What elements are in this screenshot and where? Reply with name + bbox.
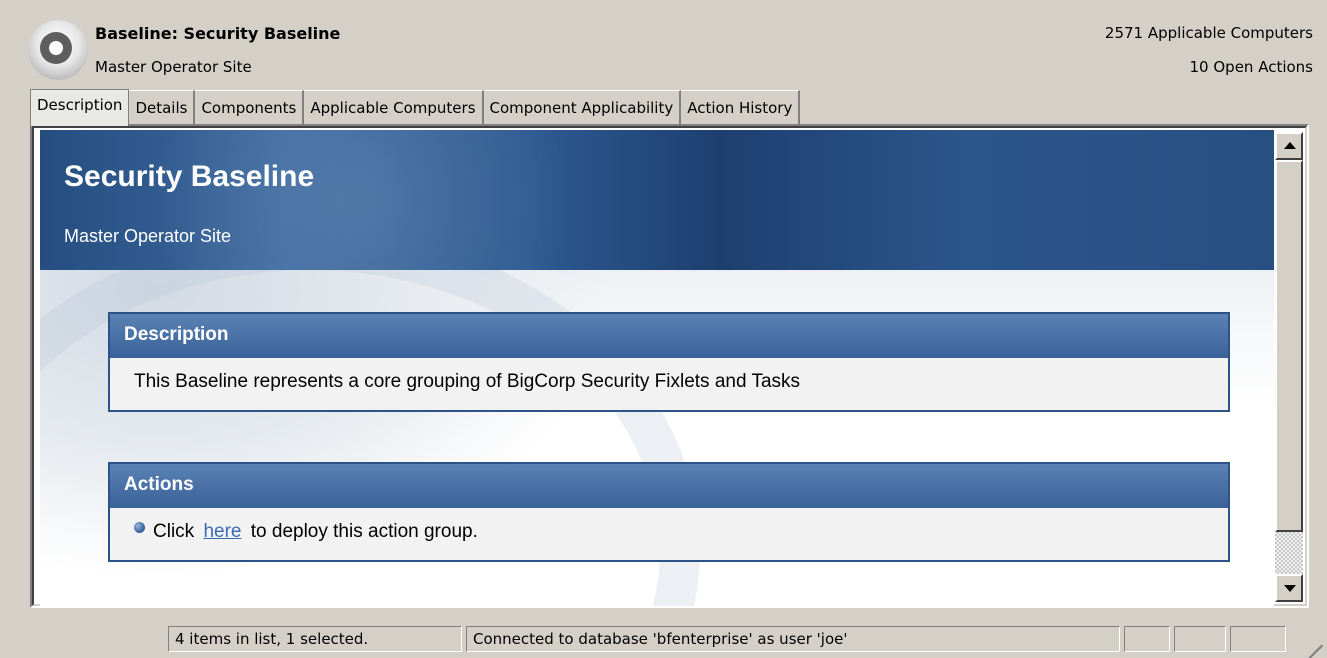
resize-grip-icon[interactable]: [1305, 628, 1323, 658]
description-panel: Description This Baseline represents a c…: [108, 312, 1230, 412]
arrow-down-icon: [1284, 585, 1296, 592]
scroll-up-button[interactable]: [1275, 132, 1303, 160]
status-items: 4 items in list, 1 selected.: [168, 626, 462, 652]
status-bar: 4 items in list, 1 selected. Connected t…: [0, 622, 1327, 658]
document-title: Baseline: Security Baseline: [95, 24, 341, 43]
tab-components[interactable]: Components: [195, 90, 305, 124]
banner-subtitle: Master Operator Site: [64, 226, 232, 246]
description-text: This Baseline represents a core grouping…: [110, 358, 1228, 410]
description-pane: Security Baseline Master Operator Site D…: [30, 124, 1309, 608]
scroll-track[interactable]: [1275, 532, 1303, 574]
tab-action-history[interactable]: Action History: [681, 90, 801, 124]
tab-description[interactable]: Description: [30, 89, 130, 126]
open-actions-count: 10 Open Actions: [1189, 58, 1313, 76]
tab-details[interactable]: Details: [129, 90, 196, 124]
action-prefix: Click: [153, 521, 195, 542]
deploy-action-link[interactable]: here: [199, 521, 245, 542]
actions-heading: Actions: [110, 464, 1228, 508]
vertical-scrollbar[interactable]: [1275, 132, 1303, 602]
tab-strip: Description Details Components Applicabl…: [30, 88, 801, 126]
description-heading: Description: [110, 314, 1228, 358]
document-header: Baseline: Security Baseline Master Opera…: [0, 0, 1327, 88]
actions-panel: Actions Click here to deploy this action…: [108, 462, 1230, 562]
content-body: Description This Baseline represents a c…: [40, 270, 1274, 606]
document-site: Master Operator Site: [95, 58, 252, 76]
scroll-thumb[interactable]: [1275, 160, 1303, 532]
tab-component-applicability[interactable]: Component Applicability: [483, 90, 682, 124]
applicable-computers-count: 2571 Applicable Computers: [1104, 24, 1313, 42]
banner: Security Baseline Master Operator Site: [40, 130, 1274, 270]
tab-applicable-computers[interactable]: Applicable Computers: [304, 90, 484, 124]
bigfix-logo-icon: [28, 20, 88, 80]
status-panel-3: [1230, 626, 1286, 652]
banner-title: Security Baseline: [64, 160, 315, 193]
arrow-up-icon: [1284, 142, 1296, 149]
scroll-down-button[interactable]: [1275, 574, 1303, 602]
status-connection: Connected to database 'bfenterprise' as …: [466, 626, 1120, 652]
action-item: Click here to deploy this action group.: [110, 508, 1228, 560]
status-panel-2: [1174, 626, 1226, 652]
status-panel-1: [1124, 626, 1170, 652]
action-suffix: to deploy this action group.: [250, 521, 478, 542]
bullet-icon: [134, 522, 145, 533]
